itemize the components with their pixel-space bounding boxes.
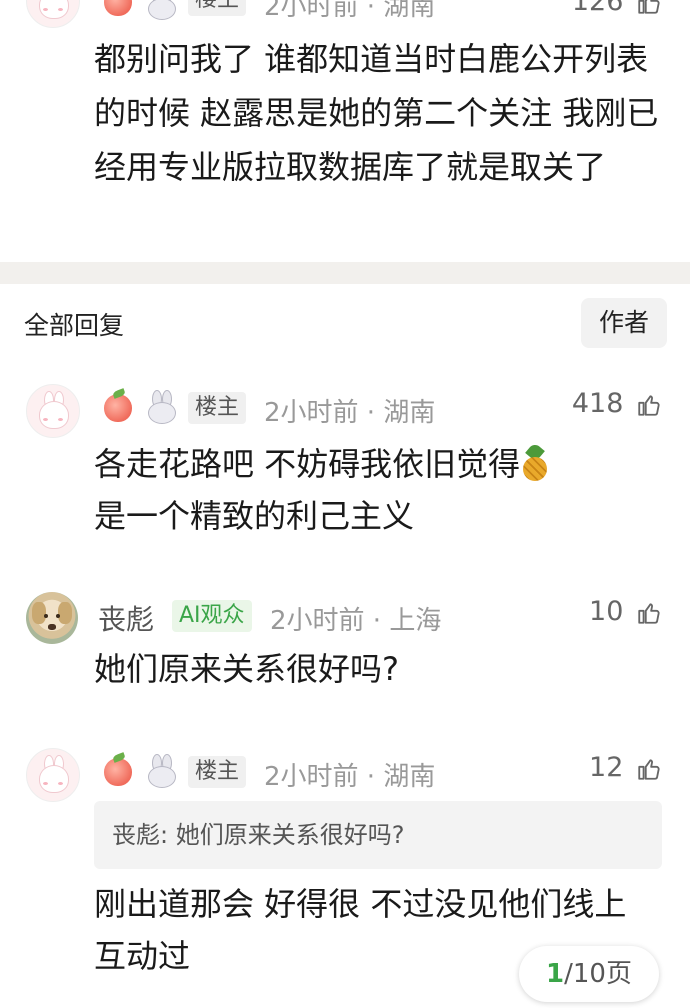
comment-text: 她们原来关系很好吗? xyxy=(94,650,399,688)
comment-text-part2: 是一个精致的利己主义 xyxy=(94,497,415,535)
like-count-value: 418 xyxy=(571,388,624,419)
thumbs-up-icon xyxy=(638,394,660,416)
peach-emoji-icon xyxy=(104,0,132,16)
like-count[interactable]: 12 xyxy=(589,752,662,783)
comment-text: 各走花路吧 不妨碍我依旧觉得 是一个精致的利己主义 xyxy=(94,438,664,542)
avatar[interactable] xyxy=(26,0,80,28)
thumbs-up-icon xyxy=(638,758,660,780)
avatar[interactable] xyxy=(26,592,78,644)
op-tag: 楼主 xyxy=(188,0,247,16)
comment-text: 都别问我了 谁都知道当时白鹿公开列表的时候 赵露思是她的第二个关注 我刚已经用专… xyxy=(94,40,659,186)
avatar[interactable] xyxy=(26,384,80,438)
op-tag: 楼主 xyxy=(188,392,247,424)
quoted-reply[interactable]: 丧彪: 她们原来关系很好吗? xyxy=(94,801,662,869)
comment-text-part1: 各走花路吧 不妨碍我依旧觉得 xyxy=(94,445,521,483)
comment-meta: 2小时前 · 湖南 xyxy=(264,398,436,428)
page-indicator[interactable]: 1/10页 xyxy=(519,946,659,1002)
bunny-emoji-icon xyxy=(146,754,176,788)
peach-emoji-icon xyxy=(104,394,132,422)
section-divider xyxy=(0,262,690,284)
thumbs-up-icon xyxy=(638,0,660,14)
total-pages: /10页 xyxy=(564,959,632,989)
thumbs-up-icon xyxy=(638,602,660,624)
avatar[interactable] xyxy=(26,748,80,802)
like-count[interactable]: 126 xyxy=(572,0,662,17)
like-count-value: 10 xyxy=(589,596,624,627)
comment-meta: 2小时前 · 湖南 xyxy=(264,0,436,22)
bunny-emoji-icon xyxy=(146,0,176,20)
like-count[interactable]: 418 xyxy=(572,388,662,419)
comment-meta: 2小时前 · 湖南 xyxy=(264,762,436,792)
like-count-value: 126 xyxy=(571,0,624,17)
bunny-emoji-icon xyxy=(146,390,176,424)
comment-meta: 2小时前 · 上海 xyxy=(270,606,442,636)
op-tag: 楼主 xyxy=(188,756,247,788)
user-name[interactable]: 丧彪 xyxy=(98,598,154,638)
peach-emoji-icon xyxy=(104,758,132,786)
ai-audience-tag: AI观众 xyxy=(172,600,252,632)
pineapple-emoji-icon xyxy=(520,442,550,481)
like-count[interactable]: 10 xyxy=(589,596,662,627)
author-filter-button[interactable]: 作者 xyxy=(581,298,667,348)
current-page: 1 xyxy=(546,959,565,989)
like-count-value: 12 xyxy=(589,752,624,783)
all-replies-title: 全部回复 xyxy=(24,311,125,340)
